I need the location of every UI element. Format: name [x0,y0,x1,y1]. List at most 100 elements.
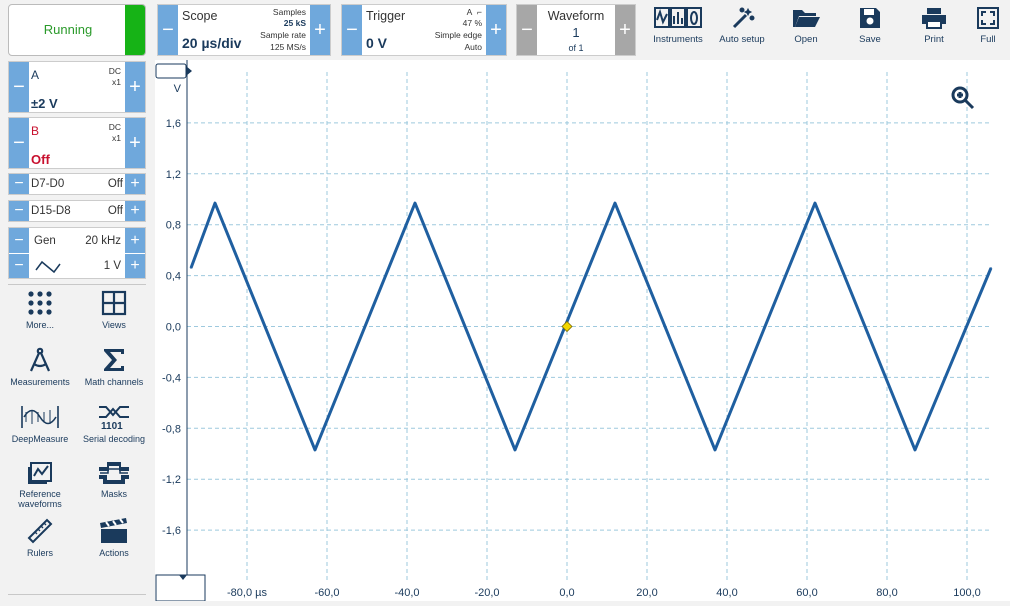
views-icon [101,290,127,316]
sample-rate-value: 125 MS/s [270,42,306,52]
masks-button[interactable]: Masks [80,461,148,515]
y-tick-label: -1,6 [162,525,181,537]
serial-decoding-button[interactable]: 1101 Serial decoding [80,404,148,458]
instruments-label: Instruments [653,34,703,45]
waveform-chart[interactable]: 2,01,61,20,80,40,0-0,4-0,8-1,2-1,6-2,0V-… [155,60,1010,602]
x-tick-label: 100,0 [953,587,981,599]
serial-icon: 1101 [99,406,129,430]
d15-d8-state: Off [107,205,123,217]
measurements-label: Measurements [10,377,70,387]
deepmeasure-button[interactable]: DeepMeasure [6,404,74,458]
d7-d0-increase-button[interactable]: + [125,174,145,194]
trace-vertex-point [514,449,516,451]
channel-a-probe: x1 [112,77,121,87]
scope-control[interactable]: − Scope 20 µs/div Samples 25 kS Sample r… [157,4,331,56]
d7-d0-name: D7-D0 [31,178,65,190]
reference-waveforms-label: Reference waveforms [18,489,62,509]
actions-button[interactable]: Actions [80,518,148,572]
clapper-icon [100,518,127,543]
rulers-button[interactable]: Rulers [6,518,74,572]
channel-b-control[interactable]: − B DC x1 Off + [8,117,146,169]
y-tick-label: -0,8 [162,423,181,435]
x-tick-label: -60,0 [314,587,339,599]
d7-d0-state: Off [107,178,123,190]
views-button[interactable]: Views [80,290,148,344]
reference-waveforms-button[interactable]: Reference waveforms [6,461,74,521]
channel-a-offset-arrow [186,66,192,76]
d15-d8-increase-button[interactable]: + [125,201,145,221]
waveform-previous-button[interactable]: − [517,5,537,55]
rulers-label: Rulers [26,548,53,558]
channel-a-control[interactable]: − A DC x1 ±2 V + [8,61,146,113]
gen-amp-decrease-button[interactable]: − [9,254,29,278]
trigger-channel: A ⌐ [467,7,482,17]
trace-vertex-point [714,449,716,451]
trace-vertex-point [814,202,816,204]
scope-plot-area[interactable]: 2,01,61,20,80,40,0-0,4-0,8-1,2-1,6-2,0V-… [155,60,1010,602]
digital-d7-d0-control[interactable]: − D7-D0 Off + [8,173,146,195]
channel-a-increase-button[interactable]: + [125,62,145,112]
trigger-percent: 47 % [462,18,482,28]
gen-freq-decrease-button[interactable]: − [9,228,29,253]
digital-d15-d8-control[interactable]: − D15-D8 Off + [8,200,146,222]
trigger-type: Simple edge [434,30,482,40]
instruments-button[interactable]: Instruments [646,4,710,56]
generator-frequency: 20 kHz [85,235,121,247]
measurements-button[interactable]: Measurements [6,347,74,401]
open-button[interactable]: Open [774,4,838,56]
channel-a-range: ±2 V [31,96,58,111]
channel-a-decrease-button[interactable]: − [9,62,29,112]
channel-b-decrease-button[interactable]: − [9,118,29,168]
d15-d8-decrease-button[interactable]: − [9,201,29,221]
run-status-label: Running [43,22,93,37]
x-tick-label: 0,0 [559,587,574,599]
timebase-marker-box [155,574,206,602]
generator-control[interactable]: − + − + Gen 20 kHz 1 V [8,227,146,279]
trigger-control[interactable]: − Trigger 0 V A ⌐ 47 % Simple edge Auto … [341,4,507,56]
channel-b-increase-button[interactable]: + [125,118,145,168]
run-stop-button[interactable]: Running [8,4,146,56]
gen-freq-increase-button[interactable]: + [125,228,145,253]
gen-amp-increase-button[interactable]: + [125,254,145,278]
y-tick-label: 1,2 [166,169,181,181]
trace-vertex-point [314,449,316,451]
save-label: Save [859,34,881,45]
trace-vertex-point [914,449,916,451]
trace-vertex-point [990,267,992,269]
print-button[interactable]: Print [902,4,966,56]
more-label: More... [25,320,54,330]
x-tick-label: 20,0 [636,587,657,599]
trigger-mode: Auto [464,42,483,52]
waveform-control[interactable]: − Waveform 1 of 1 + [516,4,636,56]
x-tick-label: 60,0 [796,587,817,599]
trigger-increase-button[interactable]: + [486,5,506,55]
printer-icon [922,8,946,29]
y-axis-unit: V [174,83,182,95]
math-channels-button[interactable]: Math channels [80,347,148,401]
trace-vertex-point [214,202,216,204]
d7-d0-decrease-button[interactable]: − [9,174,29,194]
panel-divider [8,284,146,285]
channel-a-name: A [31,68,40,82]
full-screen-button[interactable]: Full [966,4,1010,56]
trigger-decrease-button[interactable]: − [342,5,362,55]
x-tick-label: 80,0 [876,587,897,599]
masks-icon [99,462,129,484]
trigger-title: Trigger [366,9,406,23]
more-button[interactable]: More... [6,290,74,344]
channel-b-probe: x1 [112,133,121,143]
y-tick-label: 1,6 [166,118,181,130]
channel-b-coupling-value: DC [108,122,121,132]
timebase-value: 20 µs/div [182,35,242,51]
save-button[interactable]: Save [838,4,902,56]
compass-icon [29,347,51,372]
timebase-decrease-button[interactable]: − [158,5,178,55]
auto-setup-button[interactable]: Auto setup [710,4,774,56]
zoom-in-icon[interactable] [951,86,975,110]
timebase-increase-button[interactable]: + [310,5,330,55]
waveform-next-button[interactable]: + [615,5,635,55]
d15-d8-name: D15-D8 [31,205,71,217]
auto-setup-label: Auto setup [719,34,765,45]
y-tick-label: -0,4 [162,372,181,384]
waveform-index: 1 [572,25,580,40]
